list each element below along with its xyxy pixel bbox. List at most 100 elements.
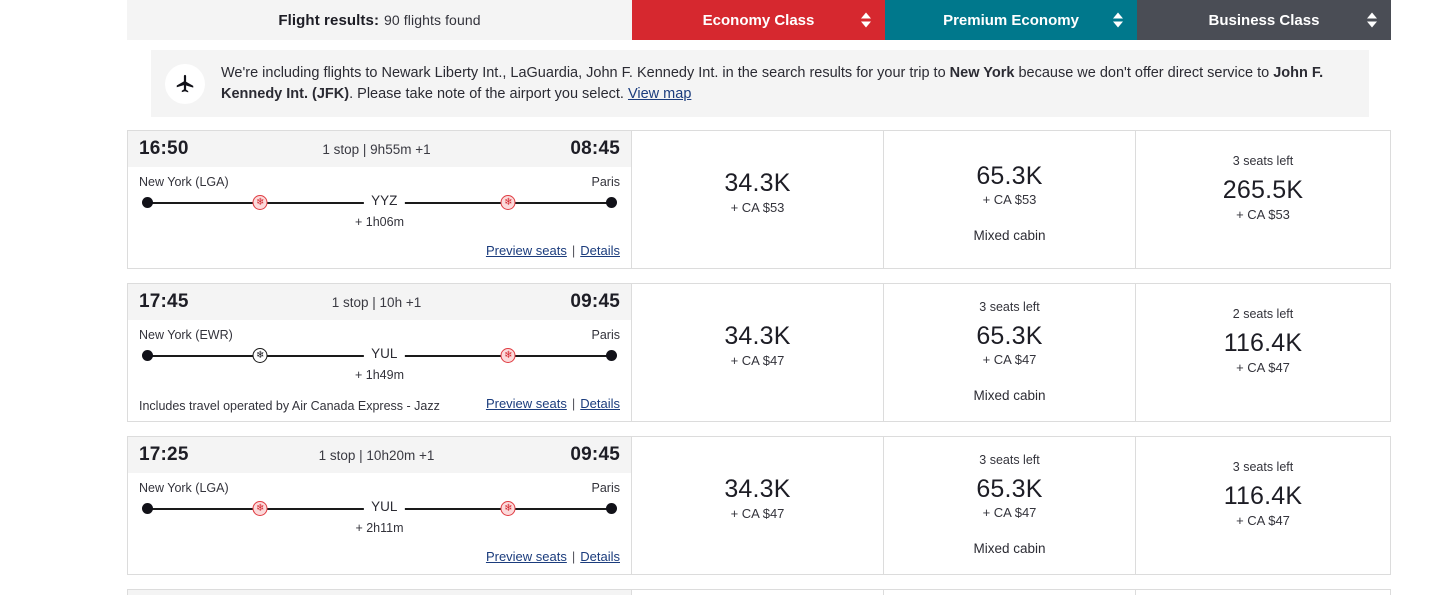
arrival-time: 08:45: [570, 138, 620, 159]
fare-price: 34.3K: [724, 475, 791, 504]
fare-cell-business[interactable]: 2 seats left 116.4K + CA $47: [1136, 284, 1390, 421]
connection-airport-code: YUL: [364, 499, 405, 514]
flight-results-count: 90 flights found: [384, 12, 481, 28]
flight-card[interactable]: 17:45 1 stop | 10h +1 09:45 New York (EW…: [127, 283, 1391, 422]
itinerary-header: 16:50 1 stop | 9h55m +1 08:45: [128, 131, 631, 167]
cabin-note: Mixed cabin: [973, 228, 1046, 244]
seats-left-badge: 2 seats left: [1232, 307, 1294, 322]
notice-city: New York: [949, 64, 1015, 81]
results-header-row: Flight results: 90 flights found Economy…: [127, 0, 1391, 40]
seats-left-badge: 3 seats left: [979, 299, 1040, 314]
connection-airport-code: YUL: [364, 346, 405, 361]
destination-airport: Paris: [591, 175, 620, 189]
sort-arrows-icon-premium[interactable]: [1113, 12, 1123, 28]
arrival-time: 09:45: [570, 444, 620, 465]
origin-airport: New York (LGA): [139, 175, 229, 189]
fare-price: 265.5K: [1222, 176, 1304, 205]
details-link[interactable]: Details: [580, 549, 620, 564]
fare-cell-economy[interactable]: 34.3K + CA $53: [632, 131, 884, 268]
route-origin-dot: [142, 503, 153, 514]
fare-cell-business[interactable]: 3 seats left 116.4K + CA $47: [1136, 437, 1390, 574]
fare-taxes: + CA $47: [730, 352, 785, 368]
column-header-business-class[interactable]: Business Class: [1137, 0, 1391, 40]
fare-cell-premium-economy[interactable]: [884, 590, 1136, 595]
route-line: ❄ ❄ YYZ: [141, 192, 618, 214]
departure-time: 17:45: [139, 291, 189, 312]
fare-price: 116.4K: [1223, 329, 1303, 358]
flight-card[interactable]: 15:50 1 stop | 10h55m +1 08:45: [127, 589, 1391, 595]
route-destination-dot: [606, 503, 617, 514]
notice-part-1: We're including flights to Newark Libert…: [221, 64, 950, 81]
route-destination-dot: [606, 350, 617, 361]
fare-cell-economy[interactable]: 34.3K + CA $47: [632, 437, 884, 574]
route-endpoint-labels: New York (LGA) Paris: [139, 481, 620, 495]
sort-arrows-icon-business[interactable]: [1367, 12, 1377, 28]
connection-airport-code: YYZ: [364, 193, 405, 208]
itinerary-footer: Includes travel operated by Air Canada E…: [139, 391, 620, 415]
view-map-link[interactable]: View map: [628, 86, 691, 102]
route-endpoint-labels: New York (EWR) Paris: [139, 328, 620, 342]
itinerary-panel: 17:45 1 stop | 10h +1 09:45 New York (EW…: [128, 284, 632, 421]
air-canada-maple-leaf-icon: ❄: [500, 501, 516, 516]
itinerary-panel: 17:25 1 stop | 10h20m +1 09:45 New York …: [128, 437, 632, 574]
fare-cell-premium-economy[interactable]: 65.3K + CA $53 Mixed cabin: [884, 131, 1136, 268]
seats-left-badge: 3 seats left: [1232, 154, 1294, 169]
column-header-economy-class[interactable]: Economy Class: [632, 0, 885, 40]
stops-duration-summary: 1 stop | 9h55m +1: [322, 141, 431, 157]
column-header-premium-economy[interactable]: Premium Economy: [885, 0, 1137, 40]
fare-taxes: + CA $47: [1236, 359, 1290, 375]
details-link[interactable]: Details: [580, 243, 620, 258]
fare-cell-premium-economy[interactable]: 3 seats left 65.3K + CA $47 Mixed cabin: [884, 437, 1136, 574]
departure-time: 16:50: [139, 138, 189, 159]
itinerary-links: Preview seats | Details: [486, 548, 620, 566]
itinerary-footer: Preview seats | Details: [139, 544, 620, 568]
airplane-icon: [165, 63, 205, 104]
route-line: ❄ ❄ YUL: [141, 498, 618, 520]
destination-airport: Paris: [591, 481, 620, 495]
itinerary-body: New York (LGA) Paris ❄ ❄ YYZ + 1h06m Pre…: [128, 167, 631, 268]
column-header-premium-label: Premium Economy: [943, 11, 1079, 29]
preview-seats-link[interactable]: Preview seats: [486, 396, 567, 411]
details-link[interactable]: Details: [580, 396, 620, 411]
route-endpoint-labels: New York (LGA) Paris: [139, 175, 620, 189]
fare-cell-premium-economy[interactable]: 3 seats left 65.3K + CA $47 Mixed cabin: [884, 284, 1136, 421]
itinerary-panel: 15:50 1 stop | 10h55m +1 08:45: [128, 590, 632, 595]
fare-price: 65.3K: [976, 161, 1043, 190]
seats-left-badge: 3 seats left: [979, 452, 1040, 467]
air-canada-maple-leaf-icon: ❄: [500, 195, 516, 210]
cabin-note: Mixed cabin: [973, 541, 1046, 557]
itinerary-footer: Preview seats | Details: [139, 238, 620, 262]
layover-duration: + 2h11m: [355, 521, 404, 535]
link-separator: |: [571, 396, 576, 411]
airport-notice-banner: We're including flights to Newark Libert…: [151, 50, 1369, 117]
preview-seats-link[interactable]: Preview seats: [486, 549, 567, 564]
flight-card[interactable]: 16:50 1 stop | 9h55m +1 08:45 New York (…: [127, 130, 1391, 269]
fare-cell-business[interactable]: 3 seats left 265.5K + CA $53: [1136, 131, 1390, 268]
fare-taxes: + CA $53: [1236, 206, 1290, 222]
arrival-time: 09:45: [570, 291, 620, 312]
flight-results-label: Flight results:: [278, 11, 380, 29]
sort-arrows-icon-economy[interactable]: [861, 12, 871, 28]
stops-duration-summary: 1 stop | 10h +1: [331, 294, 422, 310]
itinerary-links: Preview seats | Details: [486, 242, 620, 260]
air-canada-maple-leaf-icon: ❄: [500, 348, 516, 363]
route-line: ❄ ❄ YUL: [141, 345, 618, 367]
flight-card[interactable]: 17:25 1 stop | 10h20m +1 09:45 New York …: [127, 436, 1391, 575]
fare-cell-business[interactable]: [1136, 590, 1390, 595]
flight-results-list: 16:50 1 stop | 9h55m +1 08:45 New York (…: [127, 130, 1391, 595]
column-header-business-label: Business Class: [1208, 11, 1320, 29]
fare-price: 65.3K: [976, 321, 1043, 350]
itinerary-header: 15:50 1 stop | 10h55m +1 08:45: [128, 590, 631, 595]
preview-seats-link[interactable]: Preview seats: [486, 243, 567, 258]
itinerary-header: 17:25 1 stop | 10h20m +1 09:45: [128, 437, 631, 473]
fare-cell-economy[interactable]: 34.3K + CA $47: [632, 284, 884, 421]
link-separator: |: [571, 243, 576, 258]
route-origin-dot: [142, 350, 153, 361]
notice-part-2: because we don't offer direct service to: [1014, 64, 1274, 81]
fare-cell-economy[interactable]: [632, 590, 884, 595]
route-destination-dot: [606, 197, 617, 208]
fare-price: 34.3K: [724, 169, 791, 198]
layover-duration: + 1h49m: [355, 368, 404, 382]
origin-airport: New York (EWR): [139, 328, 233, 342]
fare-taxes: + CA $47: [982, 505, 1037, 521]
